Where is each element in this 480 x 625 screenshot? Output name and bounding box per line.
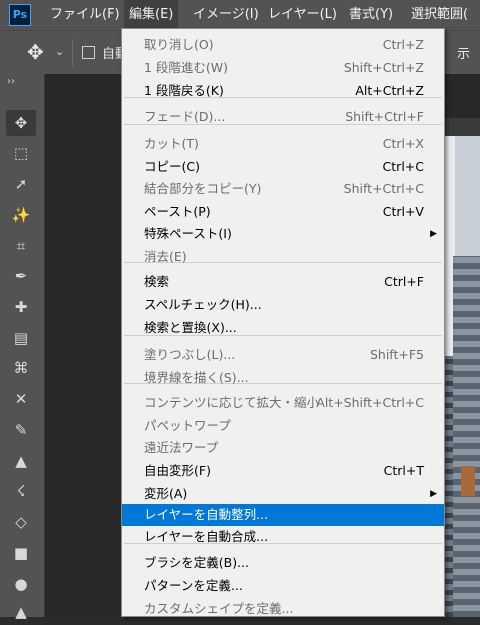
building-image <box>461 466 475 496</box>
menu-item-label: 自由変形(F) <box>144 463 211 478</box>
stamp-tool-icon[interactable]: ▲ <box>6 448 36 474</box>
menu-item-label: 検索 <box>144 274 170 289</box>
menu-item-shortcut: Shift+Ctrl+F <box>345 109 424 124</box>
menu-item-label: 検索と置換(X)... <box>144 320 237 335</box>
menu-item-label: 塗りつぶし(L)... <box>144 347 236 362</box>
menu-item-label: 特殊ペースト(I) <box>144 226 232 241</box>
menu-item-label: 変形(A) <box>144 486 188 501</box>
menu-item-label: コンテンツに応じて拡大・縮小 <box>144 395 320 410</box>
menu-item-label: レイヤーを自動合成... <box>144 529 269 544</box>
submenu-arrow-icon: ▶ <box>430 489 437 499</box>
menu-item-shortcut: Ctrl+C <box>382 159 424 174</box>
menu-bar: Ps ファイル(F) 編集(E) イメージ(I) レイヤー(L) 書式(Y) 選… <box>0 0 480 30</box>
brush-tool-icon[interactable]: ✎ <box>6 417 36 443</box>
menu-item-shortcut: Shift+Ctrl+Z <box>343 60 424 75</box>
edit-menu-item[interactable]: スペルチェック(H)... <box>122 294 444 316</box>
collapse-panel-icon[interactable]: ›› <box>7 76 15 87</box>
menu-item-shortcut: Ctrl+Z <box>382 37 424 52</box>
edit-menu-item[interactable]: 1 段階進む(W) Shift+Ctrl+Z <box>122 57 444 79</box>
menu-item-label: スペルチェック(H)... <box>144 297 262 312</box>
edit-menu-item[interactable]: 境界線を描く(S)... <box>122 367 444 389</box>
options-divider <box>72 39 73 67</box>
edit-menu-dropdown: 取り消し(O) Ctrl+Z 1 段階進む(W) Shift+Ctrl+Z 1 段階戻る… <box>121 28 445 617</box>
menu-item-label: 結合部分をコピー(Y) <box>144 181 262 196</box>
edit-menu-item[interactable]: レイヤーを自動整列... <box>122 504 444 526</box>
move-tool-preset-icon[interactable]: ✥ <box>27 40 44 64</box>
edit-menu-item[interactable]: 検索 Ctrl+F <box>122 271 444 293</box>
spot-heal-tool-icon[interactable]: ✚ <box>6 294 36 320</box>
chevron-down-icon[interactable]: ⌄ <box>55 45 64 58</box>
menu-item-label: ブラシを定義(B)... <box>144 555 249 570</box>
gradient-tool-icon[interactable]: ■ <box>6 540 36 566</box>
show-transform-label: 示 <box>456 47 470 62</box>
menu-item-shortcut: Ctrl+T <box>383 463 424 478</box>
menu-item-label: レイヤーを自動整列... <box>144 507 269 522</box>
content-aware-tool-icon[interactable]: ⌘ <box>6 355 36 381</box>
edit-menu-item[interactable]: カット(T) Ctrl+X <box>122 133 444 155</box>
blur-tool-icon[interactable]: ● <box>6 571 36 597</box>
edit-menu-item[interactable]: 自由変形(F) Ctrl+T <box>122 460 444 482</box>
magic-wand-tool-icon[interactable]: ✨ <box>6 202 36 228</box>
edit-menu-item[interactable]: 消去(E) <box>122 246 444 268</box>
menu-item-label: コピー(C) <box>144 159 200 174</box>
menu-item-label: パターンを定義... <box>144 578 243 593</box>
menu-item-label: 遠近法ワープ <box>144 440 219 455</box>
eraser-tool-icon[interactable]: ◇ <box>6 509 36 535</box>
menu-item-shortcut: Ctrl+V <box>382 204 424 219</box>
menu-item-label: 境界線を描く(S)... <box>144 370 249 385</box>
crop-tool-icon[interactable]: ⌗ <box>6 233 36 259</box>
marquee-tool-icon[interactable]: ⬚ <box>6 140 36 166</box>
menu-item-shortcut: Alt+Shift+Ctrl+C <box>316 395 424 410</box>
edit-menu-item[interactable]: 変形(A) ▶ <box>122 483 444 505</box>
menu-layer[interactable]: レイヤー(L) <box>268 0 337 30</box>
menu-item-label: 1 段階進む(W) <box>144 60 229 75</box>
tools-panel: ›› ✥ ⬚ ➚ ✨ ⌗ ✒ ✚ ▤ ⌘ ✕ ✎ ▲ ☇ ◇ ■ ● ▲ <box>0 74 45 621</box>
menu-item-label: 取り消し(O) <box>144 37 214 52</box>
menu-item-shortcut: Ctrl+F <box>384 274 424 289</box>
eyedropper-tool-icon[interactable]: ✒ <box>6 263 36 289</box>
edit-menu-item[interactable]: 取り消し(O) Ctrl+Z <box>122 34 444 56</box>
edit-menu-item[interactable]: ペースト(P) Ctrl+V <box>122 201 444 223</box>
edit-menu-item[interactable]: 遠近法ワープ <box>122 437 444 459</box>
edit-menu-item[interactable]: 特殊ペースト(I) ▶ <box>122 223 444 245</box>
edit-menu-item[interactable]: レイヤーを自動合成... <box>122 526 444 548</box>
menu-item-label: 消去(E) <box>144 249 187 264</box>
menu-select[interactable]: 選択範囲( <box>411 0 468 30</box>
menu-item-shortcut: Ctrl+X <box>382 136 424 151</box>
edit-menu-item[interactable]: パペットワープ <box>122 415 444 437</box>
menu-edit[interactable]: 編集(E) <box>124 0 179 30</box>
edit-menu-item[interactable]: 検索と置換(X)... <box>122 317 444 339</box>
edit-menu-item[interactable]: 1 段階戻る(K) Alt+Ctrl+Z <box>122 80 444 102</box>
history-brush-tool-icon[interactable]: ☇ <box>6 478 36 504</box>
auto-select-checkbox[interactable] <box>82 46 95 59</box>
edit-menu-item[interactable]: コピー(C) Ctrl+C <box>122 156 444 178</box>
move-tool-icon[interactable]: ✥ <box>6 110 36 136</box>
menu-item-shortcut: Alt+Ctrl+Z <box>355 83 424 98</box>
dodge-tool-icon[interactable]: ▲ <box>6 599 36 625</box>
menu-item-label: カット(T) <box>144 136 199 151</box>
menu-item-label: フェード(D)... <box>144 109 226 124</box>
edit-menu-item[interactable]: 塗りつぶし(L)... Shift+F5 <box>122 344 444 366</box>
menu-file[interactable]: ファイル(F) <box>50 0 120 30</box>
menu-type[interactable]: 書式(Y) <box>349 0 393 30</box>
menu-image[interactable]: イメージ(I) <box>193 0 259 30</box>
menu-item-shortcut: Shift+Ctrl+C <box>343 181 424 196</box>
bandage-tool-icon[interactable]: ▤ <box>6 325 36 351</box>
lasso-tool-icon[interactable]: ➚ <box>6 171 36 197</box>
edit-menu-item[interactable]: パターンを定義... <box>122 575 444 597</box>
edit-menu-item[interactable]: フェード(D)... Shift+Ctrl+F <box>122 106 444 128</box>
submenu-arrow-icon: ▶ <box>430 229 437 239</box>
building-image <box>453 256 480 617</box>
edit-menu-item[interactable]: ブラシを定義(B)... <box>122 552 444 574</box>
menu-item-shortcut: Shift+F5 <box>369 347 424 362</box>
edit-menu-item[interactable]: 結合部分をコピー(Y) Shift+Ctrl+C <box>122 178 444 200</box>
content-move-tool-icon[interactable]: ✕ <box>6 386 36 412</box>
menu-item-label: 1 段階戻る(K) <box>144 83 224 98</box>
photoshop-logo: Ps <box>9 4 31 26</box>
menu-item-label: ペースト(P) <box>144 204 211 219</box>
menu-item-label: パペットワープ <box>144 418 231 433</box>
edit-menu-item[interactable]: コンテンツに応じて拡大・縮小 Alt+Shift+Ctrl+C <box>122 392 444 414</box>
